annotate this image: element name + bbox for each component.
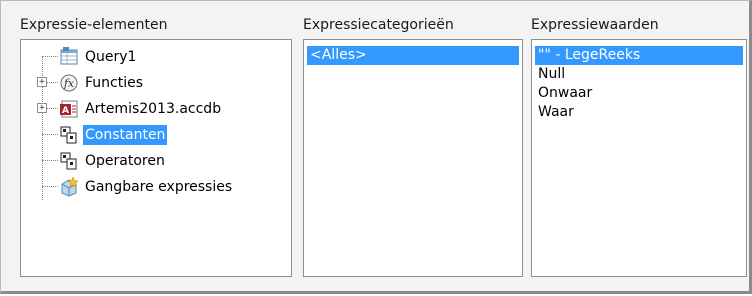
categories-panel-title: Expressiecategorieën bbox=[303, 17, 454, 33]
tree-item-label: Query1 bbox=[85, 49, 137, 65]
value-item-legereeks[interactable]: "" - LegeReeks bbox=[535, 46, 743, 65]
values-panel-title: Expressiewaarden bbox=[531, 17, 659, 33]
constants-icon bbox=[59, 125, 79, 145]
value-item-waar[interactable]: Waar bbox=[535, 103, 743, 122]
expand-database-icon[interactable]: + bbox=[37, 103, 47, 113]
tree-item-label: Constanten bbox=[83, 125, 168, 145]
value-item-onwaar[interactable]: Onwaar bbox=[535, 84, 743, 103]
svg-text:A: A bbox=[62, 106, 69, 116]
tree-item-label: Operatoren bbox=[85, 153, 165, 169]
expand-functies-icon[interactable]: + bbox=[37, 77, 47, 87]
expression-builder-frame: Expressie-elementen Expressiecategorieën… bbox=[0, 0, 752, 294]
category-item-alles[interactable]: <Alles> bbox=[307, 46, 519, 65]
tree-item-label: Gangbare expressies bbox=[85, 179, 233, 195]
expression-elements-tree[interactable]: + + Query1 fx Functies A Artemis2013.acc… bbox=[20, 39, 292, 277]
elements-panel-title: Expressie-elementen bbox=[20, 17, 168, 33]
query-icon bbox=[59, 47, 79, 67]
tree-item-query1[interactable]: Query1 bbox=[59, 46, 138, 68]
tree-item-gangbare-expressies[interactable]: Gangbare expressies bbox=[59, 176, 234, 198]
svg-text:fx: fx bbox=[63, 77, 75, 90]
common-expressions-icon bbox=[59, 176, 79, 197]
tree-item-functies[interactable]: fx Functies bbox=[59, 72, 145, 94]
tree-item-database[interactable]: A Artemis2013.accdb bbox=[59, 98, 223, 120]
function-icon: fx bbox=[59, 73, 79, 93]
tree-item-label: Functies bbox=[85, 75, 144, 91]
expression-categories-list[interactable]: <Alles> bbox=[303, 39, 523, 277]
tree-item-label: Artemis2013.accdb bbox=[85, 101, 222, 117]
database-icon: A bbox=[59, 99, 79, 119]
operators-icon bbox=[59, 151, 79, 171]
value-item-null[interactable]: Null bbox=[535, 65, 743, 84]
tree-item-operatoren[interactable]: Operatoren bbox=[59, 150, 167, 172]
tree-item-constanten[interactable]: Constanten bbox=[59, 124, 168, 146]
expression-values-list[interactable]: "" - LegeReeks Null Onwaar Waar bbox=[531, 39, 747, 277]
